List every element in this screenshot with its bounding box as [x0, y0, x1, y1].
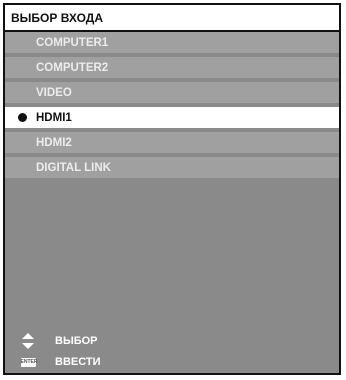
select-hint: ВЫБОР: [5, 331, 339, 351]
input-select-menu: ВЫБОР ВХОДА COMPUTER1 COMPUTER2 VIDEO HD…: [3, 3, 341, 375]
input-item-label: HDMI1: [36, 111, 72, 124]
select-hint-label: ВЫБОР: [55, 335, 98, 347]
input-item-label: COMPUTER1: [36, 36, 109, 49]
enter-hint-label: ВВЕСТИ: [55, 356, 101, 368]
input-item-label: COMPUTER2: [36, 61, 109, 74]
input-item-label: DIGITAL LINK: [36, 161, 111, 174]
menu-footer-hints: ВЫБОР ENTER ВВЕСТИ: [5, 331, 339, 373]
input-item-label: HDMI2: [36, 136, 72, 149]
selected-indicator-icon: [18, 113, 27, 122]
input-item-digital-link[interactable]: DIGITAL LINK: [5, 157, 339, 178]
enter-key-badge: ENTER: [20, 357, 38, 367]
input-item-hdmi1[interactable]: HDMI1: [5, 107, 339, 128]
up-down-arrows-icon: [20, 333, 36, 349]
input-item-video[interactable]: VIDEO: [5, 82, 339, 103]
enter-key-icon: ENTER: [20, 354, 38, 370]
input-item-computer2[interactable]: COMPUTER2: [5, 57, 339, 78]
input-list: COMPUTER1 COMPUTER2 VIDEO HDMI1 HDMI2 DI…: [5, 32, 339, 182]
input-item-hdmi2[interactable]: HDMI2: [5, 132, 339, 153]
input-item-label: VIDEO: [36, 86, 72, 99]
enter-hint: ENTER ВВЕСТИ: [5, 352, 339, 372]
input-item-computer1[interactable]: COMPUTER1: [5, 32, 339, 53]
menu-title: ВЫБОР ВХОДА: [5, 5, 339, 32]
